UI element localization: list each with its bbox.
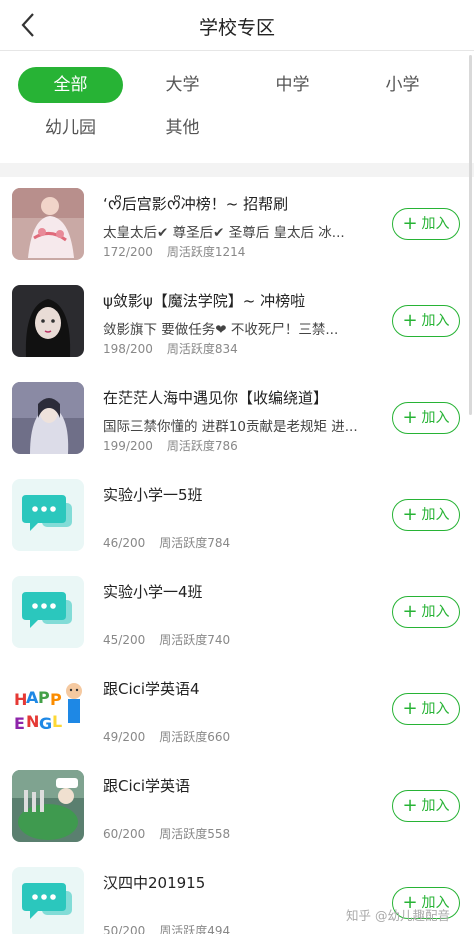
group-name: 跟Cici学英语 [103,777,191,795]
join-button[interactable]: + 加入 [392,305,460,337]
group-list-item[interactable]: ψ敛影ψ【魔法学院】~ 冲榜啦 敛影旗下 要做任务❤ 不收死尸！三禁... 19… [0,274,474,371]
app-header: 学校专区 [0,0,474,51]
join-label: 加入 [421,701,450,717]
group-description: 太皇太后✔ 尊圣后✔ 圣尊后 皇太后 冰... [103,225,345,241]
svg-text:E: E [14,714,25,733]
join-button[interactable]: + 加入 [392,790,460,822]
weekly-activity: 周活跃度834 [166,342,238,356]
group-name: ‘ᰔᩚ后宫影ᰔᩚ冲榜！~ 招帮刷 [103,195,289,213]
group-list-item[interactable]: 跟Cici学英语 60/200 周活跃度558 + 加入 [0,759,474,856]
group-list-item[interactable]: 在茫茫人海中遇见你【收编绕道】 国际三禁你懂的 进群10贡献是老规矩 进... … [0,371,474,468]
chat-bubble-icon [12,867,84,934]
member-count: 50/200 [103,924,146,934]
join-label: 加入 [421,216,450,232]
group-name: 实验小学一4班 [103,583,203,601]
svg-text:G: G [39,714,52,733]
join-button[interactable]: + 加入 [392,402,460,434]
weekly-activity: 周活跃度740 [159,633,231,647]
member-count: 49/200 [103,730,146,744]
member-count: 46/200 [103,536,146,550]
group-avatar-photo [12,770,84,842]
filter-chip-middle-school[interactable]: 中学 [240,67,345,103]
group-name: 跟Cici学英语4 [103,680,200,698]
group-name: 实验小学一5班 [103,486,203,504]
group-meta: 60/200 周活跃度558 [103,825,230,842]
weekly-activity: 周活跃度1214 [166,245,246,259]
member-count: 60/200 [103,827,146,841]
group-meta: 199/200 周活跃度786 [103,437,238,454]
filter-chip-university[interactable]: 大学 [130,67,235,103]
group-description: 国际三禁你懂的 进群10贡献是老规矩 进... [103,419,358,435]
filter-chip-primary-school[interactable]: 小学 [350,67,455,103]
group-meta: 45/200 周活跃度740 [103,631,230,648]
join-button[interactable]: + 加入 [392,693,460,725]
group-description: 敛影旗下 要做任务❤ 不收死尸！三禁... [103,322,339,338]
filter-chip-all[interactable]: 全部 [18,67,123,103]
category-filter-bar: 全部 大学 中学 小学 幼儿园 其他 [0,51,474,163]
weekly-activity: 周活跃度786 [166,439,238,453]
join-button[interactable]: + 加入 [392,596,460,628]
member-count: 172/200 [103,245,153,259]
member-count: 198/200 [103,342,153,356]
plus-icon: + [402,213,418,234]
section-divider [0,163,474,177]
weekly-activity: 周活跃度494 [159,924,231,934]
group-list-item[interactable]: 实验小学一4班 45/200 周活跃度740 + 加入 [0,565,474,662]
plus-icon: + [402,698,418,719]
group-list-item[interactable]: ‘ᰔᩚ后宫影ᰔᩚ冲榜！~ 招帮刷 太皇太后✔ 尊圣后✔ 圣尊后 皇太后 冰...… [0,177,474,274]
group-avatar-photo [12,285,84,357]
plus-icon: + [402,504,418,525]
chat-bubble-icon [12,479,84,551]
svg-text:N: N [26,712,39,731]
join-label: 加入 [421,798,450,814]
svg-text:L: L [52,712,62,731]
join-button[interactable]: + 加入 [392,499,460,531]
plus-icon: + [402,407,418,428]
happy-english-logo: H A P P E N G L [12,673,84,745]
group-list-item[interactable]: H A P P E N G L 跟Cici学英语4 49/200 周活跃度660 … [0,662,474,759]
join-label: 加入 [421,313,450,329]
weekly-activity: 周活跃度660 [159,730,231,744]
plus-icon: + [402,795,418,816]
join-label: 加入 [421,507,450,523]
plus-icon: + [402,310,418,331]
watermark: 知乎 @幼儿趣配音 [346,908,450,923]
filter-chip-kindergarten[interactable]: 幼儿园 [18,110,123,146]
svg-text:P: P [50,690,62,709]
group-meta: 46/200 周活跃度784 [103,534,230,551]
page-title: 学校专区 [198,17,275,39]
filter-chip-other[interactable]: 其他 [130,110,235,146]
group-avatar-photo [12,382,84,454]
weekly-activity: 周活跃度558 [159,827,231,841]
group-meta: 49/200 周活跃度660 [103,728,230,745]
weekly-activity: 周活跃度784 [159,536,231,550]
group-name: 汉四中201915 [103,874,206,892]
plus-icon: + [402,601,418,622]
group-meta: 198/200 周活跃度834 [103,340,238,357]
group-avatar-photo [12,188,84,260]
member-count: 199/200 [103,439,153,453]
group-name: 在茫茫人海中遇见你【收编绕道】 [103,389,329,407]
join-button[interactable]: + 加入 [392,208,460,240]
group-list-item[interactable]: 实验小学一5班 46/200 周活跃度784 + 加入 [0,468,474,565]
svg-text:P: P [38,688,50,707]
member-count: 45/200 [103,633,146,647]
group-meta: 50/200 周活跃度494 [103,922,230,934]
chat-bubble-icon [12,576,84,648]
join-label: 加入 [421,410,450,426]
join-label: 加入 [421,604,450,620]
group-meta: 172/200 周活跃度1214 [103,243,245,260]
group-name: ψ敛影ψ【魔法学院】~ 冲榜啦 [103,292,306,310]
